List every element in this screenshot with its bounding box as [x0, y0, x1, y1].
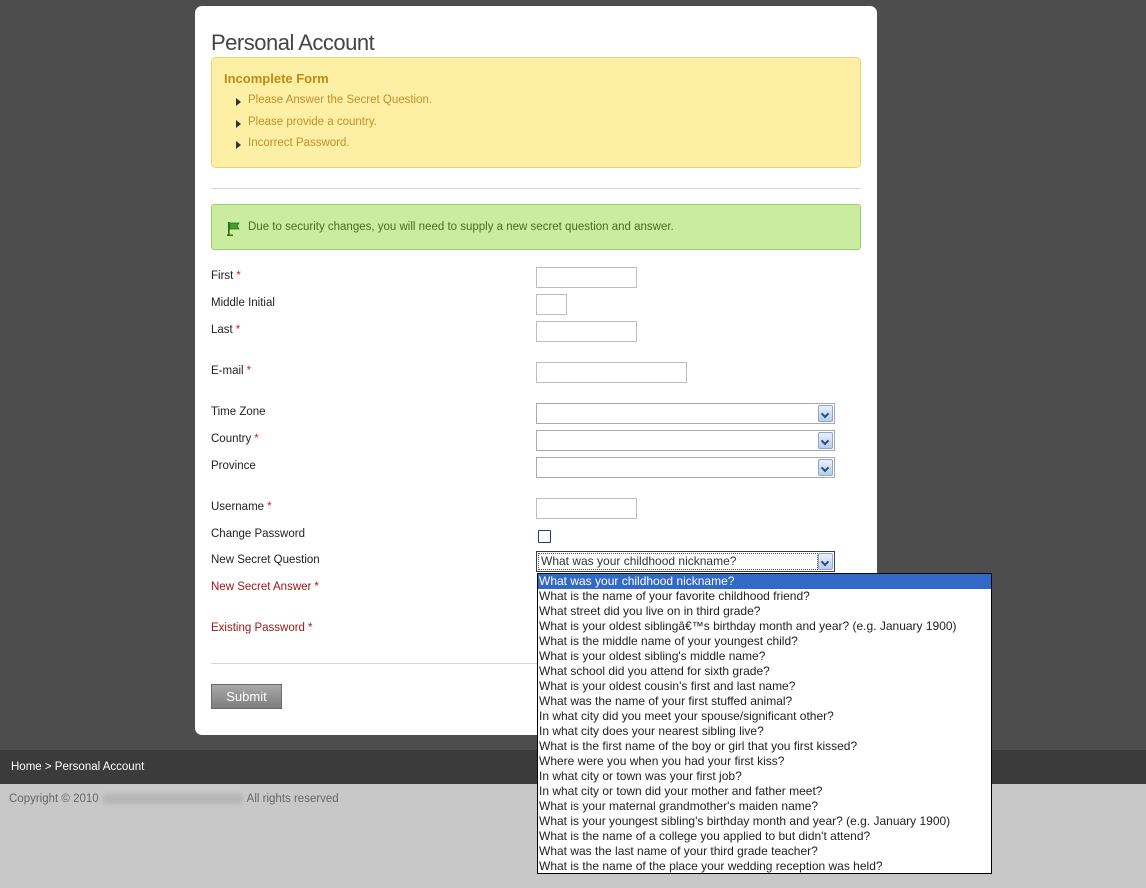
- bullet-arrow-icon: [236, 119, 241, 128]
- secret-question-option[interactable]: What school did you attend for sixth gra…: [538, 664, 991, 679]
- secret-question-option[interactable]: In what city does your nearest sibling l…: [538, 724, 991, 739]
- secret-question-option[interactable]: What is the first name of the boy or gir…: [538, 739, 991, 754]
- username-label: Username *: [211, 501, 272, 513]
- breadcrumb[interactable]: Home > Personal Account: [11, 761, 144, 773]
- info-message-box: Due to security changes, you will need t…: [211, 204, 861, 250]
- secret-question-option[interactable]: What was your childhood nickname?: [538, 574, 991, 589]
- bullet-arrow-icon: [236, 98, 241, 106]
- first-name-input[interactable]: [536, 267, 637, 288]
- submit-button[interactable]: Submit: [211, 684, 282, 709]
- country-label: Country *: [211, 433, 259, 445]
- country-select[interactable]: [536, 430, 835, 451]
- secret-question-option[interactable]: What is your oldest siblingâ€™s birthday…: [538, 619, 991, 634]
- error-list: Please Answer the Secret Question. Pleas…: [224, 94, 432, 159]
- copyright-text: Copyright © 2010 All rights reserved: [9, 793, 339, 805]
- change-password-checkbox[interactable]: [538, 530, 551, 543]
- secret-question-option[interactable]: In what city did you meet your spouse/si…: [538, 709, 991, 724]
- secret-question-option[interactable]: What is your maternal grandmother's maid…: [538, 799, 991, 814]
- secret-question-option[interactable]: Where were you when you had your first k…: [538, 754, 991, 769]
- secret-question-option[interactable]: What is your youngest sibling's birthday…: [538, 814, 991, 829]
- redacted-company-name: [102, 793, 243, 804]
- secret-question-option[interactable]: What is the name of your favorite childh…: [538, 589, 991, 604]
- secret-answer-label: New Secret Answer *: [211, 581, 319, 593]
- middle-initial-label: Middle Initial: [211, 297, 275, 309]
- error-item: Please provide a country.: [224, 116, 432, 138]
- secret-question-option[interactable]: What was the name of your first stuffed …: [538, 694, 991, 709]
- flag-icon: [227, 222, 240, 236]
- chevron-down-icon[interactable]: [818, 459, 833, 476]
- username-input[interactable]: [536, 498, 637, 519]
- first-name-label: First *: [211, 270, 241, 282]
- time-zone-select[interactable]: [536, 403, 835, 424]
- existing-password-label: Existing Password *: [211, 622, 313, 634]
- divider: [211, 188, 861, 189]
- secret-question-option[interactable]: What was the last name of your third gra…: [538, 844, 991, 859]
- error-item: Incorrect Password.: [224, 137, 432, 159]
- email-label: E-mail *: [211, 365, 252, 377]
- chevron-down-icon[interactable]: [818, 432, 833, 449]
- secret-question-option[interactable]: What is the name of a college you applie…: [538, 829, 991, 844]
- secret-question-option[interactable]: What is the middle name of your youngest…: [538, 634, 991, 649]
- middle-initial-input[interactable]: [536, 294, 567, 315]
- secret-question-label: New Secret Question: [211, 554, 320, 566]
- province-select[interactable]: [536, 457, 835, 478]
- page-title: Personal Account: [211, 30, 375, 55]
- chevron-down-icon[interactable]: [818, 553, 833, 570]
- secret-question-option[interactable]: What is your oldest cousin's first and l…: [538, 679, 991, 694]
- error-text: Incorrect Password.: [248, 137, 350, 149]
- time-zone-label: Time Zone: [211, 406, 266, 418]
- secret-question-options[interactable]: What was your childhood nickname? What is…: [537, 573, 992, 874]
- error-title: Incomplete Form: [224, 71, 329, 86]
- chevron-down-icon[interactable]: [818, 405, 833, 422]
- last-name-input[interactable]: [536, 321, 637, 342]
- secret-question-option[interactable]: In what city or town was your first job?: [538, 769, 991, 784]
- last-name-label: Last *: [211, 324, 241, 336]
- province-label: Province: [211, 460, 256, 472]
- error-text: Please Answer the Secret Question.: [248, 94, 433, 106]
- info-text: Due to security changes, you will need t…: [248, 221, 674, 233]
- bullet-arrow-icon: [236, 141, 241, 149]
- secret-question-option[interactable]: In what city or town did your mother and…: [538, 784, 991, 799]
- secret-question-option[interactable]: What street did you live on in third gra…: [538, 604, 991, 619]
- change-password-label: Change Password: [211, 528, 305, 540]
- secret-question-value: What was your childhood nickname?: [538, 553, 818, 570]
- email-input[interactable]: [536, 362, 687, 383]
- secret-question-option[interactable]: What is the name of the place your weddi…: [538, 859, 991, 874]
- secret-question-select[interactable]: What was your childhood nickname?: [536, 551, 835, 572]
- error-item: Please Answer the Secret Question.: [224, 94, 432, 116]
- error-text: Please provide a country.: [248, 115, 377, 128]
- error-message-box: Incomplete Form Please Answer the Secret…: [211, 57, 861, 168]
- secret-question-option[interactable]: What is your oldest sibling's middle nam…: [538, 649, 991, 664]
